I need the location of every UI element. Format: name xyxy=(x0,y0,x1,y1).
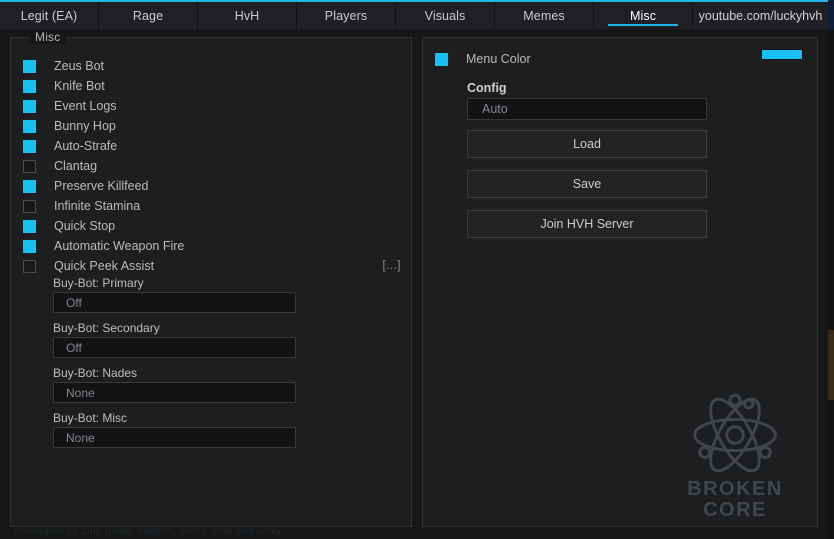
checkbox-quick-stop[interactable] xyxy=(23,219,36,233)
checkbox-row-infinite-stamina[interactable]: Infinite Stamina xyxy=(23,196,401,216)
checkbox-row-preserve-killfeed[interactable]: Preserve Killfeed xyxy=(23,176,401,196)
buybot-misc-dropdown[interactable]: None xyxy=(53,427,296,448)
load-button[interactable]: Load xyxy=(467,130,707,158)
buybot-misc-value: None xyxy=(66,430,95,445)
watermark: BROKEN CORE xyxy=(675,391,795,520)
watermark-line2: CORE xyxy=(703,498,767,521)
buybot-primary-label: Buy-Bot: Primary xyxy=(53,276,144,290)
buybot-nades-label: Buy-Bot: Nades xyxy=(53,366,138,380)
checkbox-row-menu-color[interactable]: Menu Color xyxy=(435,49,813,69)
save-button-label: Save xyxy=(572,177,602,191)
tab-label: Memes xyxy=(523,8,565,23)
top-accent-line xyxy=(0,0,828,2)
join-hvh-server-button[interactable]: Join HVH Server xyxy=(467,210,707,238)
tab-label: Rage xyxy=(132,8,164,23)
tab-label: Players xyxy=(324,8,368,23)
checkbox-row-auto-strafe[interactable]: Auto-Strafe xyxy=(23,136,401,156)
checkbox-row-automatic-weapon-fire[interactable]: Automatic Weapon Fire xyxy=(23,236,401,256)
checkbox-preserve-killfeed[interactable] xyxy=(23,179,36,193)
checkbox-menu-color[interactable] xyxy=(435,52,448,66)
buybot-nades-dropdown[interactable]: None xyxy=(53,382,296,403)
checkbox-label: Automatic Weapon Fire xyxy=(54,239,185,253)
checkbox-row-event-logs[interactable]: Event Logs xyxy=(23,96,401,116)
checkbox-row-quick-peek-assist[interactable]: Quick Peek Assist [...] xyxy=(23,256,401,276)
checkbox-bunny-hop[interactable] xyxy=(23,119,36,133)
credit-text: developed by zim, polak, badster, swiss,… xyxy=(14,525,282,537)
checkbox-label: Auto-Strafe xyxy=(54,139,118,153)
youtube-link-label: youtube.com/luckyhvh xyxy=(698,8,823,23)
watermark-line1: BROKEN xyxy=(687,478,783,501)
checkbox-row-knife-bot[interactable]: Knife Bot xyxy=(23,76,401,96)
checkbox-knife-bot[interactable] xyxy=(23,79,36,93)
buybot-secondary-value: Off xyxy=(66,340,82,355)
tab-label: HvH xyxy=(234,8,260,23)
checkbox-event-logs[interactable] xyxy=(23,99,36,113)
tab-players[interactable]: Players xyxy=(297,2,396,29)
config-label: Config xyxy=(467,81,507,95)
tab-label: Legit (EA) xyxy=(20,8,78,23)
youtube-link[interactable]: youtube.com/luckyhvh xyxy=(693,2,828,29)
buybot-secondary-dropdown[interactable]: Off xyxy=(53,337,296,358)
checkbox-infinite-stamina[interactable] xyxy=(23,199,36,213)
checkbox-label: Menu Color xyxy=(466,52,531,66)
checkbox-row-quick-stop[interactable]: Quick Stop xyxy=(23,216,401,236)
desktop-background-strip xyxy=(828,0,834,539)
checkbox-label: Bunny Hop xyxy=(54,119,116,133)
checkbox-label: Preserve Killfeed xyxy=(54,179,149,193)
content-area: Misc Zeus Bot Knife Bot Event Logs Bunny… xyxy=(0,29,828,539)
tab-label: Visuals xyxy=(424,8,466,23)
tab-misc[interactable]: Misc xyxy=(594,2,693,29)
config-value: Auto xyxy=(482,102,508,116)
config-dropdown[interactable]: Auto xyxy=(467,98,707,120)
checkbox-row-clantag[interactable]: Clantag xyxy=(23,156,401,176)
checkbox-label: Clantag xyxy=(54,159,98,173)
save-button[interactable]: Save xyxy=(467,170,707,198)
buybot-misc-label: Buy-Bot: Misc xyxy=(53,411,128,425)
cheat-menu-window: Legit (EA) Rage HvH Players Visuals Meme… xyxy=(0,0,834,539)
buybot-secondary-label: Buy-Bot: Secondary xyxy=(53,321,160,335)
tab-bar: Legit (EA) Rage HvH Players Visuals Meme… xyxy=(0,2,828,29)
buybot-primary-dropdown[interactable]: Off xyxy=(53,292,296,313)
checkbox-row-zeus-bot[interactable]: Zeus Bot xyxy=(23,56,401,76)
checkbox-auto-strafe[interactable] xyxy=(23,139,36,153)
checkbox-label: Quick Stop xyxy=(54,219,116,233)
checkbox-label: Infinite Stamina xyxy=(54,199,141,213)
buybot-primary-value: Off xyxy=(66,295,82,310)
checkbox-label: Event Logs xyxy=(54,99,117,113)
buybot-nades-value: None xyxy=(66,385,95,400)
checkbox-label: Zeus Bot xyxy=(54,59,105,73)
load-button-label: Load xyxy=(573,137,601,151)
misc-group-title: Misc xyxy=(29,30,67,44)
checkbox-clantag[interactable] xyxy=(23,159,36,173)
checkbox-quick-peek-assist[interactable] xyxy=(23,259,36,273)
join-hvh-server-button-label: Join HVH Server xyxy=(540,217,634,231)
config-group-box: Menu Color Config Auto Load Save Join HV… xyxy=(422,37,818,527)
checkbox-automatic-weapon-fire[interactable] xyxy=(23,239,36,253)
checkbox-label: Quick Peek Assist xyxy=(54,259,155,273)
checkbox-row-bunny-hop[interactable]: Bunny Hop xyxy=(23,116,401,136)
tab-rage[interactable]: Rage xyxy=(99,2,198,29)
tab-visuals[interactable]: Visuals xyxy=(396,2,495,29)
misc-group-box: Misc Zeus Bot Knife Bot Event Logs Bunny… xyxy=(10,30,412,527)
checkbox-zeus-bot[interactable] xyxy=(23,59,36,73)
tab-memes[interactable]: Memes xyxy=(495,2,594,29)
quick-peek-assist-options-button[interactable]: [...] xyxy=(383,260,401,272)
checkbox-label: Knife Bot xyxy=(54,79,105,93)
atom-icon xyxy=(693,393,777,473)
tab-legit-ea[interactable]: Legit (EA) xyxy=(0,2,99,29)
menu-color-swatch[interactable] xyxy=(761,49,803,60)
tab-label: Misc xyxy=(629,8,657,23)
tab-hvh[interactable]: HvH xyxy=(198,2,297,29)
